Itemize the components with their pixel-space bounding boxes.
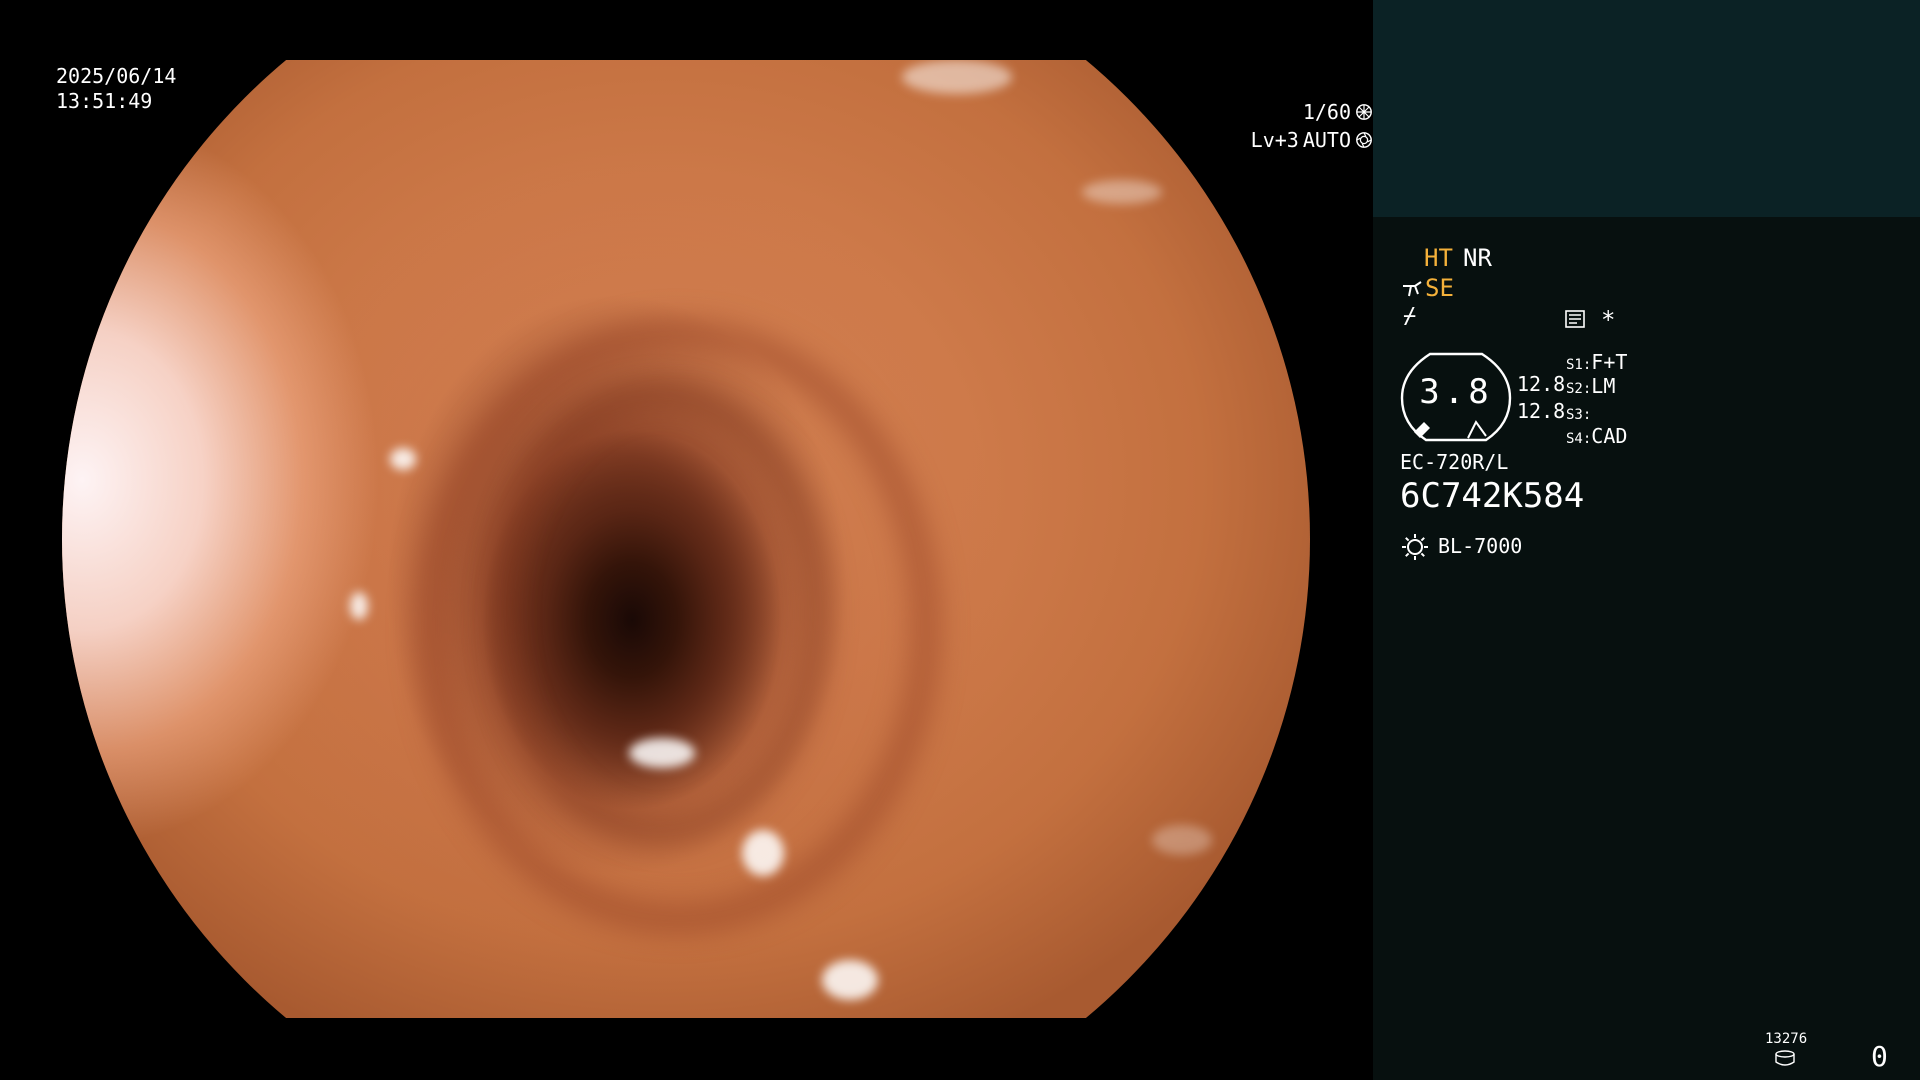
- lumen-fold-inner: [492, 385, 828, 841]
- switch-value: F+T: [1591, 350, 1628, 374]
- switch-s2: S2:LM: [1566, 374, 1615, 398]
- exposure-mode: AUTO: [1302, 127, 1351, 152]
- status-panel: HT NR SE ⌿ * 3.8 12.8 12.8 S1:F+T S2:LM …: [1373, 0, 1920, 1080]
- star-icon: *: [1601, 306, 1616, 334]
- exposure-readout: 1/60 Lv+3 AUTO: [43, 98, 1373, 154]
- ht-mode-label: HT: [1424, 244, 1453, 272]
- switch-value: LM: [1591, 374, 1616, 398]
- storage-count: 13276: [1765, 1031, 1808, 1047]
- storage-icon: [1775, 1050, 1795, 1066]
- light-source-icon: [1402, 534, 1428, 560]
- switch-key: S1:: [1566, 357, 1592, 373]
- glare-highlight: [1082, 180, 1162, 204]
- memo-icon: [1565, 310, 1585, 328]
- scope-model: EC-720R/L: [1400, 450, 1509, 474]
- aperture-icon: [1356, 104, 1372, 120]
- switch-s1: S1:F+T: [1566, 350, 1627, 374]
- glare-highlight: [390, 448, 416, 470]
- gauge-value-top: 12.8: [1517, 372, 1566, 396]
- glare-highlight: [822, 960, 878, 1000]
- gauge-value: 3.8: [1419, 372, 1493, 412]
- shutter-row: 1/60: [43, 98, 1373, 126]
- glare-highlight: [742, 830, 784, 876]
- light-level: Lv+3: [1250, 127, 1299, 152]
- glare-highlight: [350, 592, 368, 620]
- freeze-icon: ⌿: [1403, 304, 1417, 329]
- se-mode-label: SE: [1425, 274, 1454, 302]
- date-text: 2025/06/14: [56, 64, 177, 88]
- switch-s4: S4:CAD: [1566, 424, 1627, 448]
- patient-info-area: [1373, 0, 1920, 217]
- gauge-value-bottom: 12.8: [1517, 399, 1566, 423]
- light-source-model: BL-7000: [1438, 534, 1523, 558]
- glare-highlight: [1152, 825, 1212, 855]
- iris-icon: [1356, 132, 1372, 148]
- shutter-speed: 1/60: [1302, 99, 1351, 124]
- scope-serial: 6C742K584: [1400, 476, 1585, 516]
- switch-value: CAD: [1591, 424, 1628, 448]
- switch-s3: S3:: [1566, 400, 1591, 424]
- endoscope-image-area: 2025/06/14 13:51:49 1/60 Lv+3 AUTO: [0, 0, 1373, 1080]
- exposure-row: Lv+3 AUTO: [43, 126, 1373, 154]
- nr-mode-label: NR: [1463, 244, 1492, 272]
- switch-key: S2:: [1566, 381, 1592, 397]
- record-count: 0: [1871, 1040, 1888, 1073]
- glare-highlight: [629, 738, 695, 768]
- endoscopic-view: [62, 60, 1310, 1018]
- switch-key: S3:: [1566, 407, 1592, 423]
- scope-tip-icon: [1403, 281, 1422, 297]
- glare-highlight: [902, 60, 1012, 94]
- switch-key: S4:: [1566, 431, 1592, 447]
